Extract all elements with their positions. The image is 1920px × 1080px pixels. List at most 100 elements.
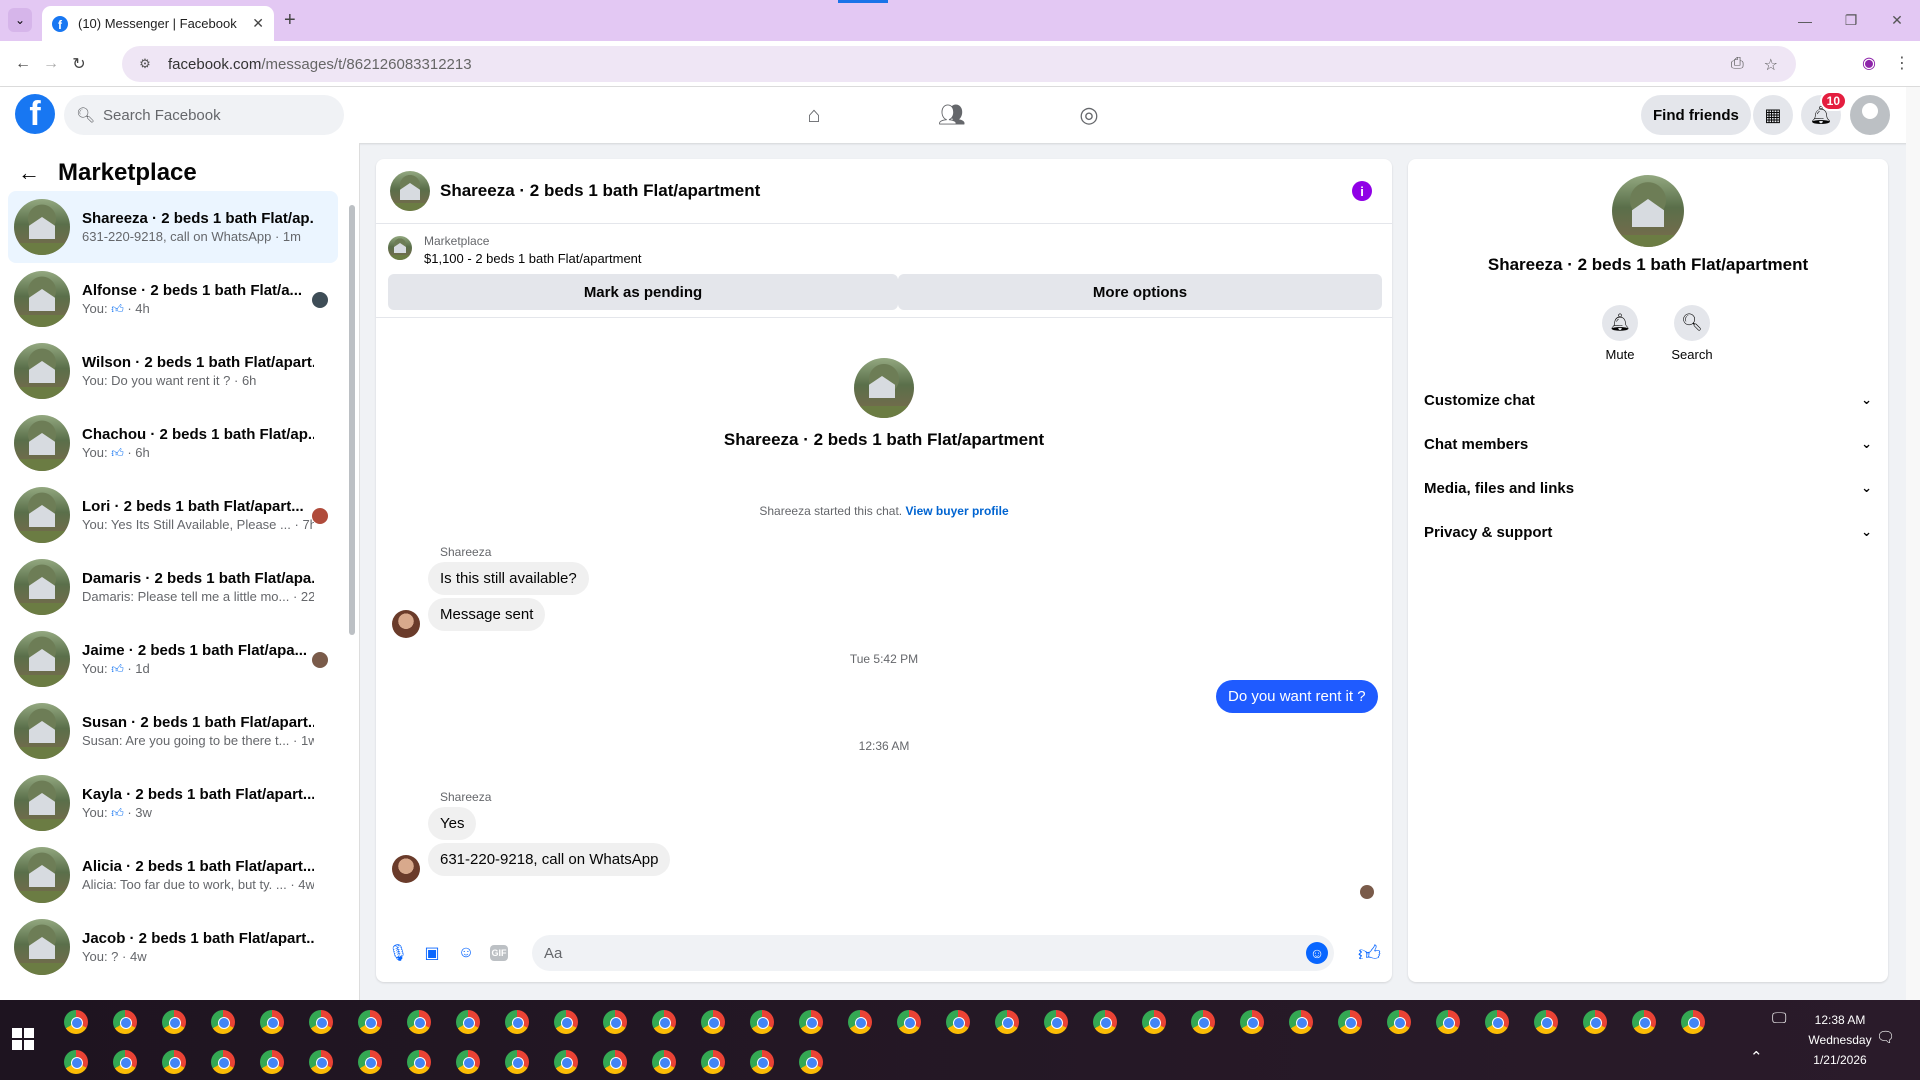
chrome-taskbar-icon[interactable] [1681,1010,1705,1034]
mute-action[interactable]: 🔔︎ Mute [1590,305,1650,362]
chrome-taskbar-icon[interactable] [946,1010,970,1034]
privacy-support-section[interactable]: Privacy & support ⌄ [1424,514,1872,550]
chrome-taskbar-icon[interactable] [1485,1010,1509,1034]
chrome-taskbar-icon[interactable] [701,1010,725,1034]
conversation-item[interactable]: Jacob · 2 beds 1 bath Flat/apart... You:… [8,911,338,983]
sender-avatar[interactable] [392,855,420,883]
chrome-taskbar-icon[interactable] [897,1010,921,1034]
bell-icon[interactable]: 🔔︎ [1602,305,1638,341]
chrome-taskbar-icon[interactable] [750,1010,774,1034]
conversation-item[interactable]: Wilson · 2 beds 1 bath Flat/apart... You… [8,335,338,407]
chrome-taskbar-icon[interactable] [309,1010,333,1034]
back-arrow-icon[interactable]: ← [18,160,40,186]
chrome-taskbar-icon[interactable] [554,1050,578,1074]
notification-center-icon[interactable]: 🗨︎ [1876,1028,1895,1046]
chrome-taskbar-icon[interactable] [113,1050,137,1074]
chrome-taskbar-icon[interactable] [1387,1010,1411,1034]
message-input[interactable]: Aa ☺ [532,935,1334,971]
chrome-taskbar-icon[interactable] [1436,1010,1460,1034]
account-avatar[interactable] [1850,95,1890,135]
media-files-links-section[interactable]: Media, files and links ⌄ [1424,470,1872,506]
photo-icon[interactable]: ▣ [422,943,442,963]
chrome-taskbar-icon[interactable] [211,1010,235,1034]
search-icon[interactable]: 🔍︎ [1674,305,1710,341]
minimize-icon[interactable]: — [1782,0,1828,41]
facebook-logo-icon[interactable]: f [15,94,55,134]
tab-search-button[interactable]: ⌄ [8,8,32,32]
chrome-taskbar-icon[interactable] [603,1050,627,1074]
chrome-taskbar-icon[interactable] [995,1010,1019,1034]
chrome-taskbar-icon[interactable] [162,1010,186,1034]
scrollbar-thumb[interactable] [349,205,355,635]
chrome-taskbar-icon[interactable] [64,1050,88,1074]
notifications-bell-icon[interactable]: 🔔︎ 10 [1801,91,1847,135]
view-buyer-profile-link[interactable]: View buyer profile [905,504,1008,518]
home-icon[interactable]: ⌂ [796,97,832,133]
chrome-taskbar-icon[interactable] [407,1050,431,1074]
more-options-button[interactable]: More options [898,274,1382,310]
chrome-taskbar-icon[interactable] [211,1050,235,1074]
close-tab-icon[interactable]: ✕ [252,15,264,32]
chrome-taskbar-icon[interactable] [358,1010,382,1034]
chrome-taskbar-icon[interactable] [652,1010,676,1034]
conversation-item[interactable]: Shareeza · 2 beds 1 bath Flat/ap... 631-… [8,191,338,263]
microphone-icon[interactable]: 🎙︎ [388,943,408,963]
gif-icon[interactable]: GIF [490,945,508,961]
chrome-taskbar-icon[interactable] [1240,1010,1264,1034]
chrome-taskbar-icon[interactable] [505,1010,529,1034]
page-scrollbar[interactable] [1906,87,1920,1000]
chrome-taskbar-icon[interactable] [1632,1010,1656,1034]
groups-icon[interactable]: ◎ [1071,97,1107,133]
conversation-item[interactable]: Alicia · 2 beds 1 bath Flat/apart... Ali… [8,839,338,911]
my-message-bubble[interactable]: Do you want rent it ? [1216,680,1378,713]
mark-as-pending-button[interactable]: Mark as pending [388,274,898,310]
chrome-taskbar-icon[interactable] [603,1010,627,1034]
chrome-taskbar-icon[interactable] [799,1010,823,1034]
forward-arrow-icon[interactable]: → [40,53,62,75]
network-icon[interactable]: 🖵︎ [1772,1010,1786,1027]
taskbar-clock[interactable]: 12:38 AM Wednesday 1/21/2026 [1790,1010,1890,1070]
thumbs-up-icon[interactable]: 👍︎ [1358,940,1381,967]
search-action[interactable]: 🔍︎ Search [1662,305,1722,362]
message-bubble[interactable]: Is this still available? [428,562,589,595]
chrome-taskbar-icon[interactable] [652,1050,676,1074]
chrome-taskbar-icon[interactable] [456,1050,480,1074]
browser-tab-active[interactable]: f (10) Messenger | Facebook ✕ [42,6,274,41]
find-friends-button[interactable]: Find friends [1641,95,1751,135]
chrome-taskbar-icon[interactable] [260,1010,284,1034]
chrome-taskbar-icon[interactable] [1093,1010,1117,1034]
chrome-taskbar-icon[interactable] [1289,1010,1313,1034]
back-arrow-icon[interactable]: ← [12,53,34,75]
site-info-icon[interactable]: ⚙ [136,55,154,73]
conversation-item[interactable]: Alfonse · 2 beds 1 bath Flat/a... You: 👍… [8,263,338,335]
chrome-taskbar-icon[interactable] [358,1050,382,1074]
conversation-item[interactable]: Susan · 2 beds 1 bath Flat/apart... Susa… [8,695,338,767]
customize-chat-section[interactable]: Customize chat ⌄ [1424,382,1872,418]
install-app-icon[interactable]: ⎙ [1731,55,1744,75]
profile-icon[interactable]: ◉ [1862,53,1876,73]
sidebar-scrollbar[interactable] [348,193,356,993]
reload-icon[interactable]: ↻ [68,53,90,75]
conversation-item[interactable]: Kayla · 2 beds 1 bath Flat/apart... You:… [8,767,338,839]
message-bubble[interactable]: 631-220-9218, call on WhatsApp [428,843,671,876]
conversation-item[interactable]: Chachou · 2 beds 1 bath Flat/ap... You: … [8,407,338,479]
conversation-item[interactable]: Lori · 2 beds 1 bath Flat/apart... You: … [8,479,338,551]
chrome-taskbar-icon[interactable] [1534,1010,1558,1034]
windows-start-icon[interactable] [12,1028,34,1050]
facebook-search-input[interactable]: 🔍︎ Search Facebook [64,95,344,135]
bookmark-star-icon[interactable]: ☆ [1764,55,1778,75]
chrome-taskbar-icon[interactable] [1142,1010,1166,1034]
chrome-taskbar-icon[interactable] [750,1050,774,1074]
conversation-item[interactable]: Damaris · 2 beds 1 bath Flat/apa... Dama… [8,551,338,623]
chrome-taskbar-icon[interactable] [162,1050,186,1074]
emoji-icon[interactable]: ☺ [1306,942,1328,964]
chat-title[interactable]: Shareeza · 2 beds 1 bath Flat/apartment [440,181,760,201]
chrome-taskbar-icon[interactable] [64,1010,88,1034]
chrome-taskbar-icon[interactable] [309,1050,333,1074]
message-bubble[interactable]: Message sent [428,598,546,631]
chrome-taskbar-icon[interactable] [848,1010,872,1034]
chrome-taskbar-icon[interactable] [701,1050,725,1074]
menu-grid-icon[interactable]: ▦ [1753,95,1793,135]
chat-avatar[interactable] [390,171,430,211]
info-icon[interactable]: i [1352,181,1372,201]
